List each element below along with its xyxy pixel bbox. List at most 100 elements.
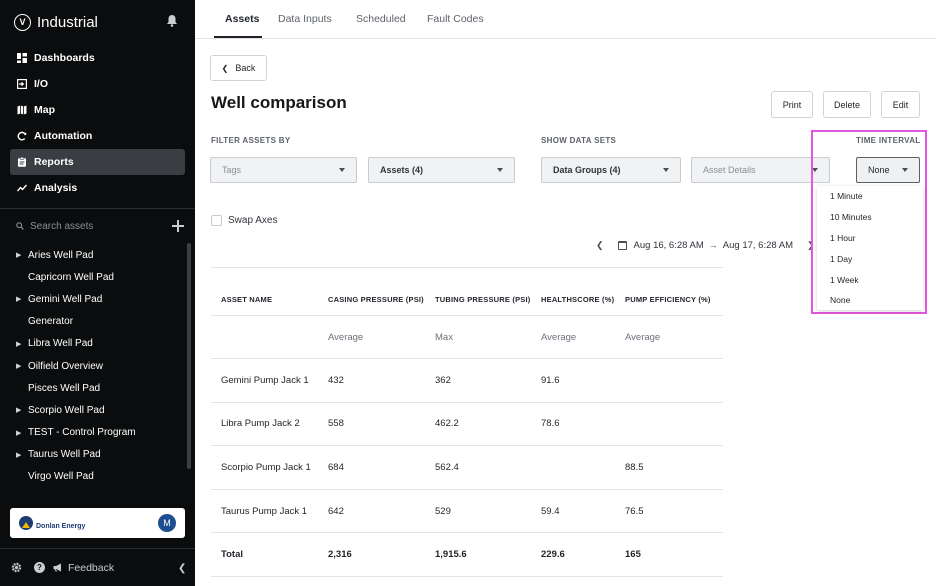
edit-button[interactable]: Edit [881,91,920,118]
nav-item-map[interactable]: Map [10,97,185,123]
cell-value: 432 [328,375,344,386]
tree-item[interactable]: ▶Generator [16,311,181,333]
column-header-pump-efficiency[interactable]: PUMP EFFICIENCY (%) [625,295,711,304]
range-start[interactable]: Aug 16, 6:28 AM [634,240,704,251]
tree-item[interactable]: ▶ Taurus Well Pad [16,444,181,466]
tab-data-inputs[interactable]: Data Inputs [278,13,332,25]
nav-item-io[interactable]: I/O [10,71,185,97]
tree-item[interactable]: ▶ Gemini Well Pad [16,288,181,310]
nav-item-reports[interactable]: Reports [10,149,185,175]
cell-value: 59.4 [541,506,560,517]
avatar[interactable]: M [158,514,176,532]
add-asset-icon[interactable] [172,220,184,232]
column-header-casing-pressure[interactable]: CASING PRESSURE (PSI) [328,295,424,304]
swap-axes-checkbox[interactable] [211,215,222,226]
asset-details-placeholder: Asset Details [703,165,756,175]
tree-item[interactable]: ▶ TEST - Control Program [16,422,181,444]
tab-fault-codes[interactable]: Fault Codes [427,13,484,25]
bell-icon[interactable] [166,14,178,27]
tags-select[interactable]: Tags [210,157,357,183]
nav-item-dashboards[interactable]: Dashboards [10,45,185,71]
data-groups-select[interactable]: Data Groups (4) [541,157,681,183]
total-value: 2,316 [328,549,352,560]
previous-range-icon[interactable]: ❮ [596,240,604,251]
caret-right-icon[interactable]: ▶ [16,362,28,370]
table-divider [211,315,723,316]
tree-item[interactable]: ▶Capricorn Well Pad [16,266,181,288]
tree-item[interactable]: ▶Pisces Well Pad [16,377,181,399]
collapse-sidebar-icon[interactable]: ❮ [178,563,186,574]
menu-item-1-week[interactable]: 1 Week [817,269,923,290]
nav-label: I/O [34,78,49,90]
caret-down-icon [902,168,908,172]
date-range: ❮ Aug 16, 6:28 AM → Aug 17, 6:28 AM ❯ [596,238,815,252]
help-icon[interactable]: ? [34,562,45,573]
cell-asset-name[interactable]: Libra Pump Jack 2 [221,418,300,429]
sidebar-footer: ? Feedback ❮ [0,548,195,586]
cell-asset-name[interactable]: Taurus Pump Jack 1 [221,506,307,517]
gear-icon[interactable] [11,562,22,573]
menu-item-1-day[interactable]: 1 Day [817,248,923,269]
sidebar-divider [0,208,195,209]
tree-item-label: Generator [28,316,74,328]
tree-item[interactable]: ▶Virgo Well Pad [16,466,181,488]
tree-item[interactable]: ▶ Oilfield Overview [16,355,181,377]
automation-icon [17,131,27,141]
menu-item-1-hour[interactable]: 1 Hour [817,228,923,249]
calendar-icon[interactable] [617,240,627,250]
org-switcher[interactable]: Donlan Energy M [10,508,185,538]
cell-asset-name[interactable]: Gemini Pump Jack 1 [221,375,309,386]
filter-assets-label: FILTER ASSETS BY [211,136,291,145]
table-divider [211,445,723,446]
time-interval-label: TIME INTERVAL [856,136,921,145]
cell-value: 558 [328,418,344,429]
time-interval-select[interactable]: None [856,157,920,183]
tree-item-label: Scorpio Well Pad [28,404,105,416]
caret-right-icon[interactable]: ▶ [16,429,28,437]
caret-right-icon[interactable]: ▶ [16,340,28,348]
tree-item[interactable]: ▶ Scorpio Well Pad [16,399,181,421]
nav-item-analysis[interactable]: Analysis [10,175,185,201]
table-divider [211,402,723,403]
range-end[interactable]: Aug 17, 6:28 AM [723,240,793,251]
caret-right-icon[interactable]: ▶ [16,451,28,459]
tab-scheduled[interactable]: Scheduled [356,13,406,25]
assets-value: Assets (4) [380,165,424,175]
cell-value: 78.6 [541,418,560,429]
org-logo-icon [19,516,33,530]
menu-item-1-minute[interactable]: 1 Minute [817,186,923,207]
search-input[interactable]: Search assets [30,221,172,232]
top-tabs: Assets Data Inputs Scheduled Fault Codes [195,0,936,39]
asset-tree: ▶Aries Well Pad ▶Capricorn Well Pad ▶Gem… [16,244,181,488]
tree-item-label: Libra Well Pad [28,338,93,350]
column-header-tubing-pressure[interactable]: TUBING PRESSURE (PSI) [435,295,530,304]
brand-logo-icon: V [14,13,31,31]
back-button[interactable]: ❮ Back [210,55,267,81]
column-header-asset-name[interactable]: ASSET NAME [221,295,272,304]
sidebar-scrollbar[interactable] [187,243,191,469]
print-button[interactable]: Print [771,91,813,118]
tree-item[interactable]: ▶ Aries Well Pad [16,244,181,266]
tree-item-label: TEST - Control Program [28,427,136,439]
assets-select[interactable]: Assets (4) [368,157,515,183]
tree-item-label: Virgo Well Pad [28,471,94,483]
tree-item[interactable]: ▶ Libra Well Pad [16,333,181,355]
nav-item-automation[interactable]: Automation [10,123,185,149]
delete-button[interactable]: Delete [823,91,871,118]
feedback-link[interactable]: Feedback [53,562,114,574]
brand[interactable]: V Industrial [14,10,98,34]
menu-item-10-minutes[interactable]: 10 Minutes [817,207,923,228]
caret-right-icon[interactable]: ▶ [16,251,28,259]
menu-item-none[interactable]: None [817,290,923,311]
caret-right-icon[interactable]: ▶ [16,295,28,303]
asset-details-select[interactable]: Asset Details [691,157,830,183]
aggregation-label: Max [435,332,453,343]
back-label: Back [235,63,256,73]
column-header-healthscore[interactable]: HEALTHSCORE (%) [541,295,614,304]
tab-assets[interactable]: Assets [225,13,259,25]
caret-right-icon[interactable]: ▶ [16,406,28,414]
cell-asset-name[interactable]: Scorpio Pump Jack 1 [221,462,311,473]
cell-value: 88.5 [625,462,644,473]
megaphone-icon [53,563,61,572]
main-nav: Dashboards I/O Map Automation Reports An… [10,45,185,201]
